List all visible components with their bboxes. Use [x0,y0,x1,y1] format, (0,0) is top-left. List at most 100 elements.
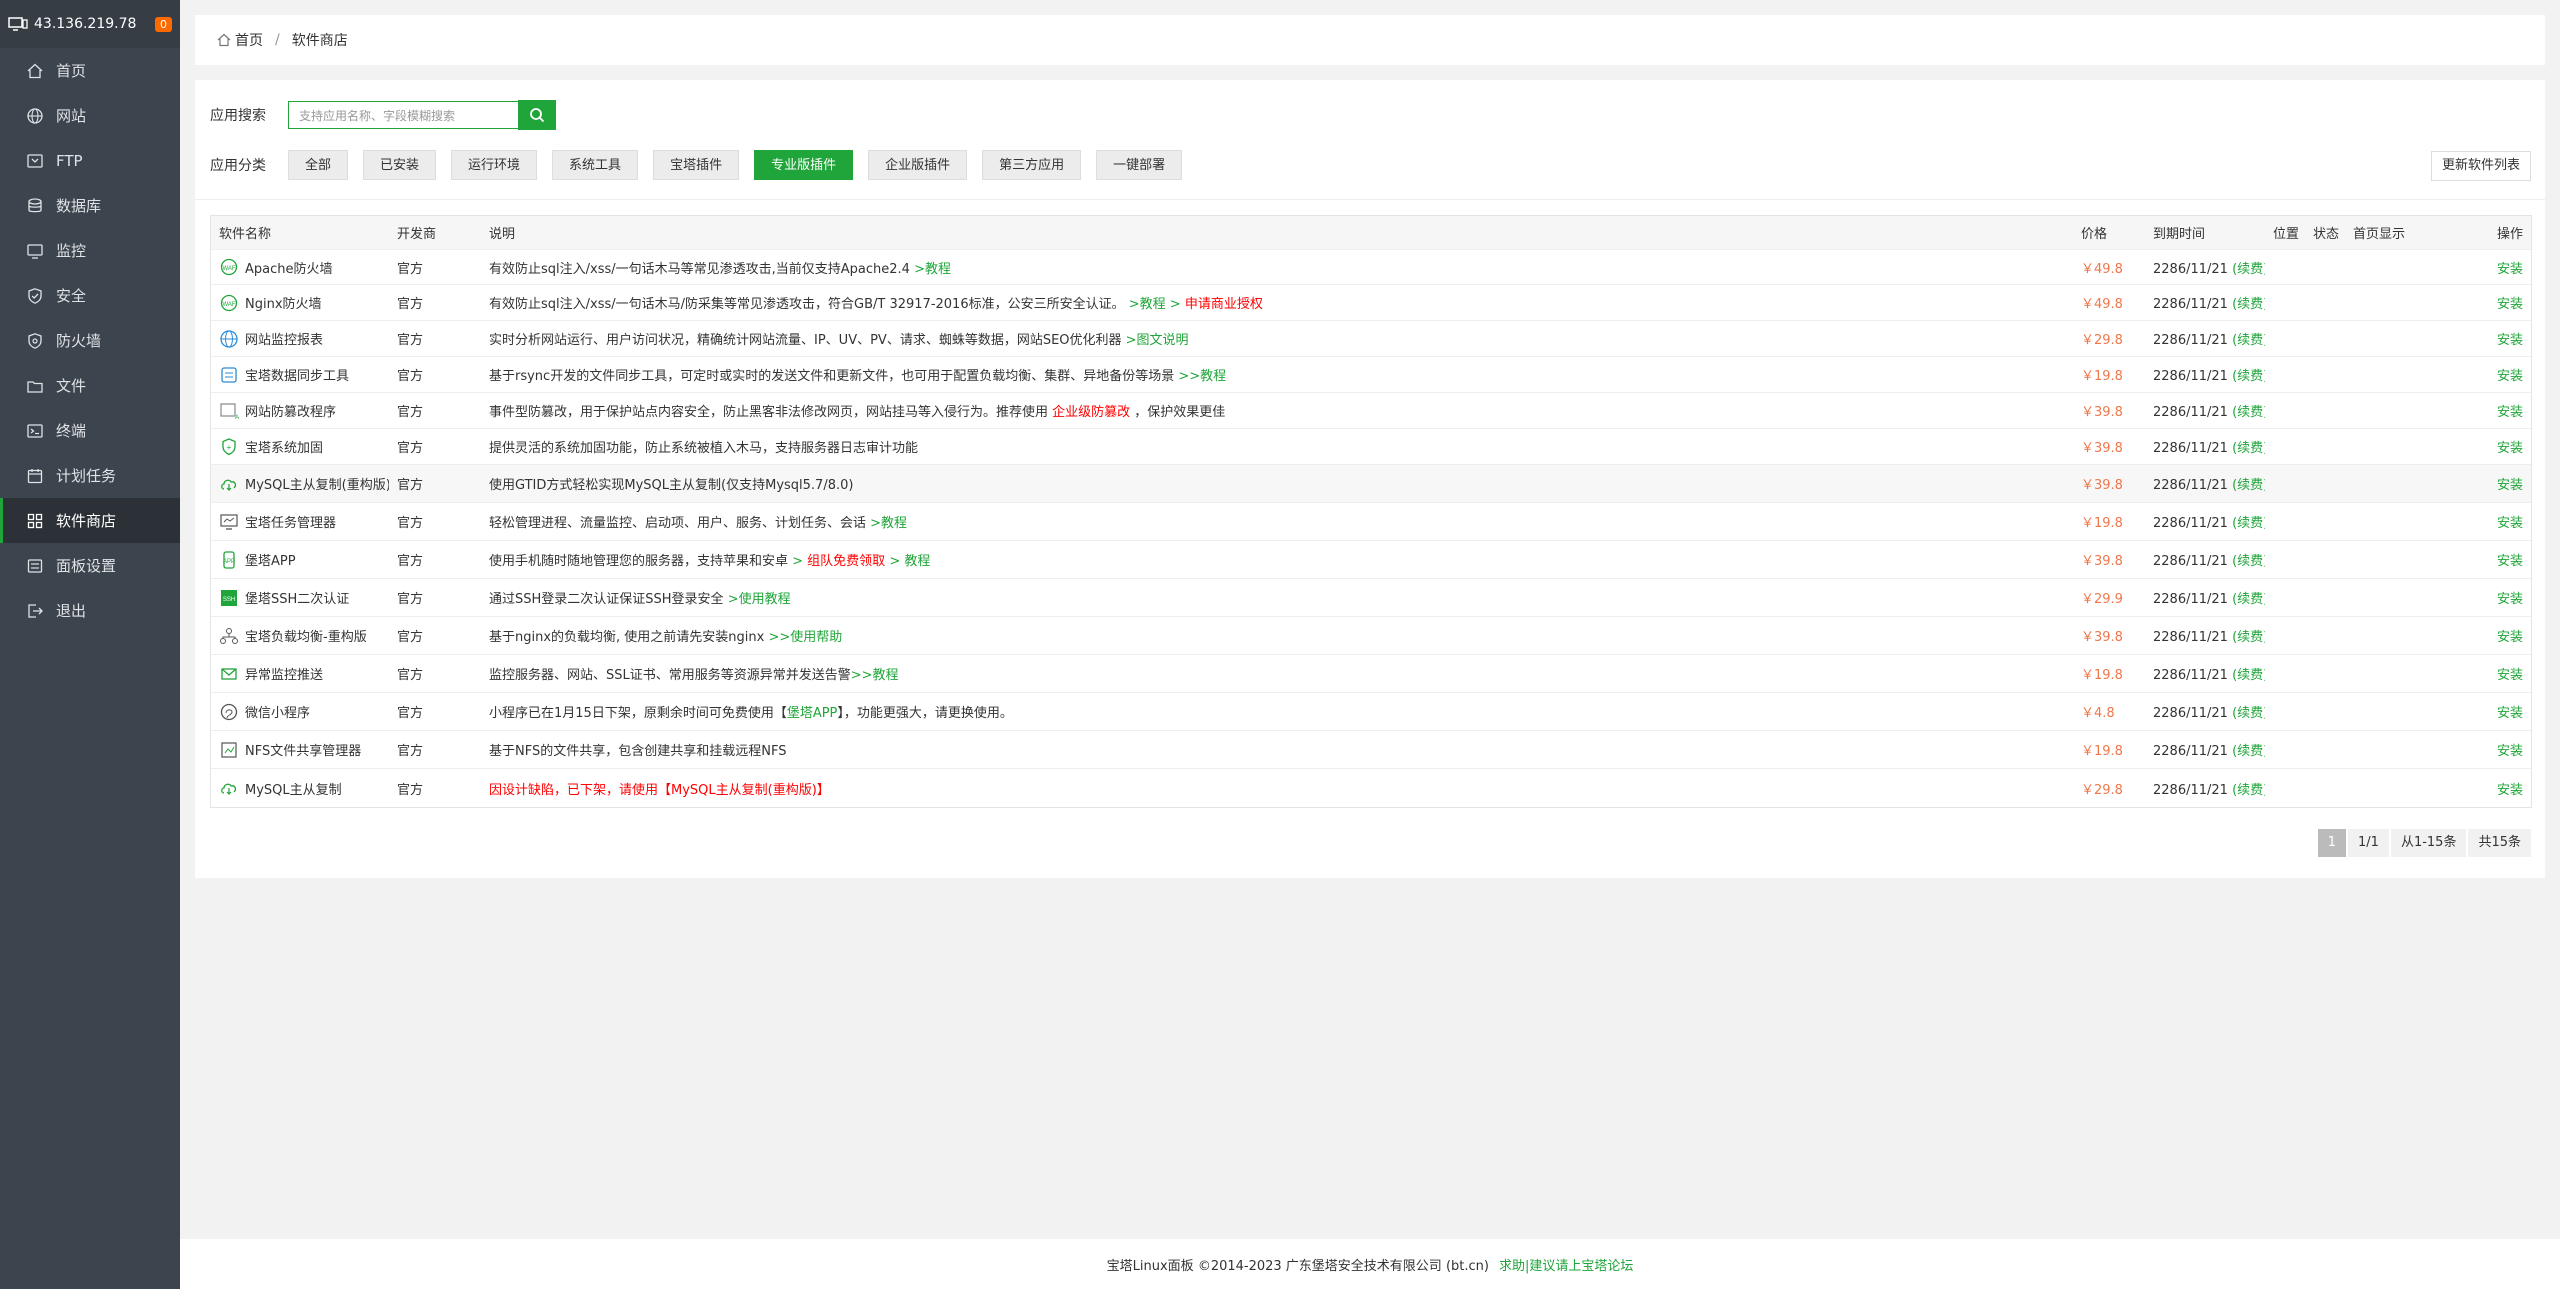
software-name[interactable]: 宝塔任务管理器 [245,512,336,531]
renew-link[interactable]: (续费) [2232,405,2265,420]
sidebar-item-8[interactable]: 终端 [0,408,180,453]
renew-link[interactable]: (续费) [2232,333,2265,348]
software-name[interactable]: MySQL主从复制 [245,779,342,798]
install-button[interactable]: 安装 [2469,365,2531,384]
search-button[interactable] [518,100,556,130]
software-name[interactable]: Apache防火墙 [245,258,333,277]
sidebar-item-1[interactable]: 网站 [0,93,180,138]
renew-link[interactable]: (续费) [2232,441,2265,456]
renew-link[interactable]: (续费) [2232,369,2265,384]
software-name[interactable]: Nginx防火墙 [245,293,322,312]
desc-link[interactable]: 堡塔APP [787,706,838,721]
category-8[interactable]: 一键部署 [1096,150,1183,180]
desc-link[interactable]: >教程 [914,262,951,277]
sidebar-item-7[interactable]: 文件 [0,363,180,408]
desc-link[interactable]: >教程 [870,516,907,531]
category-6[interactable]: 企业版插件 [868,150,968,180]
software-name[interactable]: 网站防篡改程序 [245,401,336,420]
install-button[interactable]: 安装 [2469,293,2531,312]
cell-name[interactable]: 宝塔数据同步工具 [211,365,389,385]
cell-name[interactable]: APP 堡塔APP [211,550,389,570]
cell-name[interactable]: 宝塔任务管理器 [211,512,389,532]
cell-name[interactable]: + 宝塔系统加固 [211,437,389,457]
cell-name[interactable]: 异常监控推送 [211,664,389,684]
renew-link[interactable]: (续费) [2232,262,2265,277]
renew-link[interactable]: (续费) [2232,516,2265,531]
header-price[interactable]: 价格 [2073,223,2145,242]
install-button[interactable]: 安装 [2469,740,2531,759]
software-name[interactable]: 宝塔系统加固 [245,437,323,456]
software-name[interactable]: 网站监控报表 [245,329,323,348]
desc-link[interactable]: > 教程 [889,554,930,569]
refresh-list-button[interactable]: 更新软件列表 [2430,151,2531,181]
category-4[interactable]: 宝塔插件 [653,150,740,180]
install-button[interactable]: 安装 [2469,437,2531,456]
cell-name[interactable]: A 网站防篡改程序 [211,401,389,421]
sidebar-item-2[interactable]: FTP [0,138,180,183]
cell-name[interactable]: 宝塔负载均衡-重构版 [211,626,389,646]
desc-link[interactable]: >教程 [1129,297,1166,312]
cell-name[interactable]: SSH 堡塔SSH二次认证 [211,588,389,608]
category-2[interactable]: 运行环境 [451,150,538,180]
desc-link[interactable]: >>教程 [851,668,899,683]
sidebar-item-3[interactable]: 数据库 [0,183,180,228]
software-name[interactable]: MySQL主从复制(重构版) [245,474,389,493]
software-name[interactable]: 微信小程序 [245,702,310,721]
server-header[interactable]: 43.136.219.78 0 [0,0,180,48]
sidebar-item-5[interactable]: 安全 [0,273,180,318]
renew-link[interactable]: (续费) [2232,630,2265,645]
search-input[interactable]: 支持应用名称、字段模糊搜索 [288,101,518,129]
install-button[interactable]: 安装 [2469,329,2531,348]
install-button[interactable]: 安装 [2469,779,2531,798]
renew-link[interactable]: (续费) [2232,478,2265,493]
cell-name[interactable]: MySQL主从复制 [211,778,389,798]
desc-link[interactable]: 申请商业授权 [1185,297,1263,312]
cell-name[interactable]: 微信小程序 [211,702,389,722]
sidebar-item-9[interactable]: 计划任务 [0,453,180,498]
category-5[interactable]: 专业版插件 [754,150,854,180]
software-name[interactable]: 堡塔SSH二次认证 [245,588,349,607]
desc-link[interactable]: 因设计缺陷，已下架，请使用【MySQL主从复制(重构版)】 [489,783,830,798]
sidebar-item-0[interactable]: 首页 [0,48,180,93]
category-3[interactable]: 系统工具 [552,150,639,180]
renew-link[interactable]: (续费) [2232,744,2265,759]
install-button[interactable]: 安装 [2469,401,2531,420]
install-button[interactable]: 安装 [2469,626,2531,645]
desc-link[interactable]: > [1166,297,1185,312]
renew-link[interactable]: (续费) [2232,668,2265,683]
software-name[interactable]: 宝塔负载均衡-重构版 [245,626,367,645]
footer-forum-link[interactable]: 求助|建议请上宝塔论坛 [1499,1255,1633,1274]
install-button[interactable]: 安装 [2469,702,2531,721]
install-button[interactable]: 安装 [2469,588,2531,607]
desc-link[interactable]: >>使用帮助 [768,630,842,645]
desc-link[interactable]: > [792,554,803,569]
renew-link[interactable]: (续费) [2232,592,2265,607]
category-1[interactable]: 已安装 [363,150,437,180]
install-button[interactable]: 安装 [2469,664,2531,683]
install-button[interactable]: 安装 [2469,550,2531,569]
sidebar-item-4[interactable]: 监控 [0,228,180,273]
renew-link[interactable]: (续费) [2232,297,2265,312]
notification-badge[interactable]: 0 [155,16,172,32]
cell-name[interactable]: WAF Apache防火墙 [211,257,389,277]
sidebar-item-12[interactable]: 退出 [0,588,180,633]
sidebar-item-10[interactable]: 软件商店 [0,498,180,543]
software-name[interactable]: 宝塔数据同步工具 [245,365,349,384]
cell-name[interactable]: MySQL主从复制(重构版) [211,474,389,494]
desc-link[interactable]: >图文说明 [1126,333,1189,348]
renew-link[interactable]: (续费) [2232,554,2265,569]
cell-name[interactable]: 网站监控报表 [211,329,389,349]
install-button[interactable]: 安装 [2469,474,2531,493]
software-name[interactable]: 堡塔APP [245,550,296,569]
sidebar-item-6[interactable]: 防火墙 [0,318,180,363]
install-button[interactable]: 安装 [2469,512,2531,531]
desc-link[interactable]: 企业级防篡改 [1052,405,1130,420]
desc-link[interactable]: >使用教程 [728,592,791,607]
install-button[interactable]: 安装 [2469,258,2531,277]
category-7[interactable]: 第三方应用 [982,150,1082,180]
cell-name[interactable]: WAF Nginx防火墙 [211,293,389,313]
page-current[interactable]: 1 [2317,829,2347,857]
renew-link[interactable]: (续费) [2232,706,2265,721]
category-0[interactable]: 全部 [288,150,349,180]
software-name[interactable]: 异常监控推送 [245,664,323,683]
